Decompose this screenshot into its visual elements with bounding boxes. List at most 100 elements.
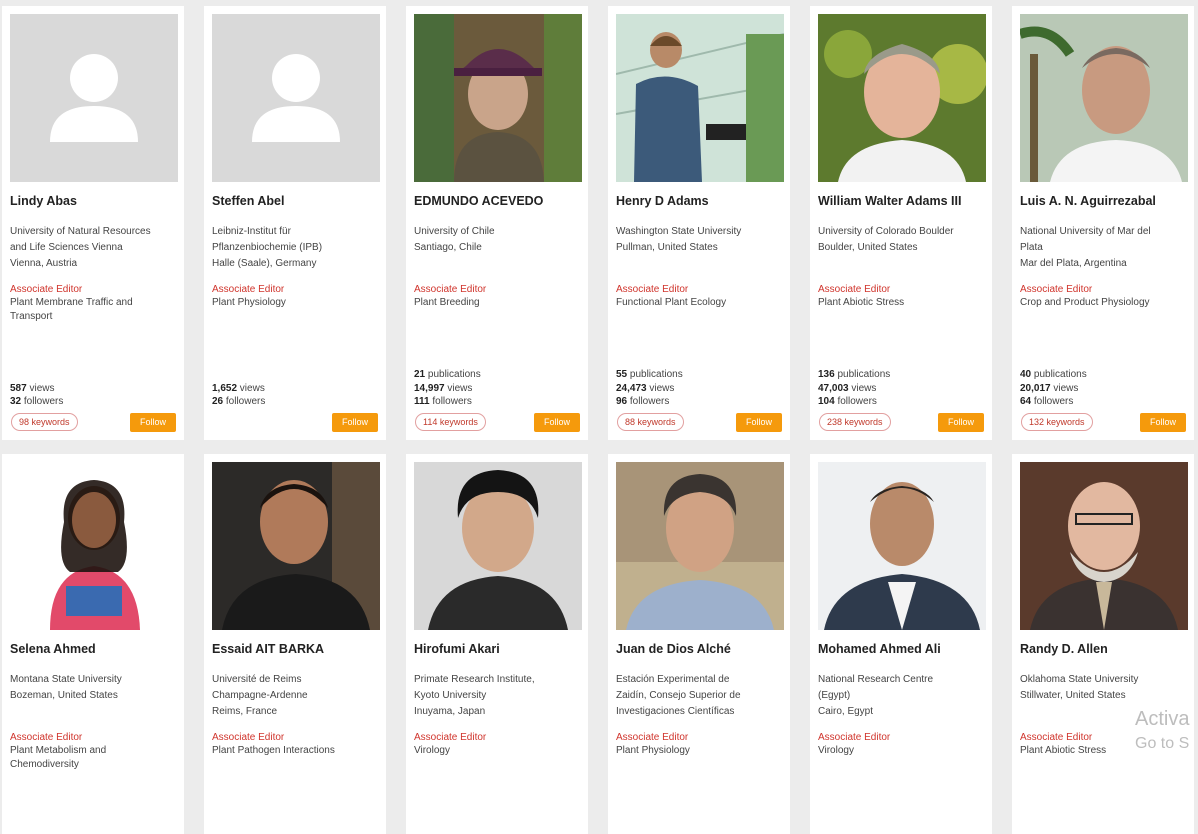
editor-name[interactable]: Essaid AIT BARKA [212, 642, 378, 656]
follow-button[interactable]: Follow [534, 413, 580, 432]
editor-grid: Lindy Abas University of Natural Resource… [0, 0, 1194, 834]
stat-views: 14,997 views [414, 382, 473, 394]
specialty-line: Plant Membrane Traffic and [10, 297, 133, 308]
avatar[interactable] [616, 462, 784, 630]
avatar[interactable] [818, 14, 986, 182]
watermark-line-1: Activa [1135, 708, 1190, 730]
affiliation-line: Stillwater, United States [1020, 690, 1126, 701]
specialty-line: Plant Physiology [212, 297, 286, 308]
avatar-placeholder-icon[interactable] [10, 14, 178, 182]
editor-card: Randy D. Allen Oklahoma State University S… [1012, 454, 1194, 834]
specialty-line: Plant Physiology [616, 745, 690, 756]
avatar[interactable] [1020, 14, 1188, 182]
specialty-line: Plant Breeding [414, 297, 480, 308]
editor-card: Luis A. N. Aguirrezabal National Universi… [1012, 6, 1194, 440]
avatar[interactable] [1020, 462, 1188, 630]
editor-affiliation: Washington State University Pullman, Unit… [616, 224, 782, 274]
keywords-button[interactable]: 114 keywords [415, 413, 486, 431]
editor-specialty-section[interactable]: Plant Pathogen Interactions [212, 744, 378, 758]
specialty-line: Virology [414, 745, 450, 756]
editor-role: Associate Editor [10, 284, 83, 295]
editor-stats: 21 publications 14,997 views 111 followers [414, 368, 481, 409]
stat-publications [212, 368, 265, 382]
editor-card: Henry D Adams Washington State University… [608, 6, 790, 440]
editor-card: Essaid AIT BARKA Université de Reims Champ… [204, 454, 386, 834]
editor-name[interactable]: Randy D. Allen [1020, 642, 1186, 656]
affiliation-line: Washington State University [616, 226, 742, 237]
affiliation-line: (Egypt) [818, 690, 851, 701]
specialty-line: Chemodiversity [10, 759, 79, 770]
avatar[interactable] [414, 462, 582, 630]
avatar[interactable] [212, 462, 380, 630]
affiliation-line: University of Colorado Boulder [818, 226, 954, 237]
editor-name[interactable]: Lindy Abas [10, 194, 176, 208]
editor-name[interactable]: Mohamed Ahmed Ali [818, 642, 984, 656]
editor-role: Associate Editor [212, 284, 285, 295]
editor-name[interactable]: Juan de Dios Alché [616, 642, 782, 656]
editor-specialty-section[interactable]: Crop and Product Physiology [1020, 296, 1186, 310]
editor-name[interactable]: Hirofumi Akari [414, 642, 580, 656]
keywords-button[interactable]: 132 keywords [1021, 413, 1093, 431]
editor-name[interactable]: Selena Ahmed [10, 642, 176, 656]
editor-specialty-section[interactable]: Plant Abiotic Stress [818, 296, 984, 310]
affiliation-line: Reims, France [212, 706, 278, 717]
editor-card: Mohamed Ahmed Ali National Research Centr… [810, 454, 992, 834]
stat-followers: 64 followers [1020, 396, 1074, 407]
follow-button[interactable]: Follow [130, 413, 176, 432]
follow-button[interactable]: Follow [332, 413, 378, 432]
stat-views: 20,017 views [1020, 382, 1079, 394]
editor-role: Associate Editor [10, 732, 83, 743]
avatar[interactable] [818, 462, 986, 630]
editor-role: Associate Editor [414, 732, 487, 743]
editor-affiliation: University of Natural Resources and Life … [10, 224, 176, 274]
keywords-button[interactable]: 98 keywords [11, 413, 78, 431]
editor-role: Associate Editor [414, 284, 487, 295]
editor-card: Hirofumi Akari Primate Research Institute… [406, 454, 588, 834]
stat-followers: 32 followers [10, 396, 64, 407]
editor-specialty-section[interactable]: Plant Membrane Traffic and Transport [10, 296, 176, 324]
editor-specialty-section[interactable]: Virology [414, 744, 580, 758]
affiliation-line: National Research Centre [818, 674, 934, 685]
affiliation-line: Oklahoma State University [1020, 674, 1139, 685]
editor-name[interactable]: Luis A. N. Aguirrezabal [1020, 194, 1186, 208]
affiliation-line: Boulder, United States [818, 242, 918, 253]
editor-name[interactable]: William Walter Adams III [818, 194, 984, 208]
avatar[interactable] [10, 462, 178, 630]
editor-specialty-section[interactable]: Plant Metabolism and Chemodiversity [10, 744, 176, 772]
avatar[interactable] [616, 14, 784, 182]
editor-affiliation: Leibniz-Institut für Pflanzenbiochemie (I… [212, 224, 378, 274]
avatar[interactable] [414, 14, 582, 182]
affiliation-line: Estación Experimental de [616, 674, 730, 685]
editor-specialty-section[interactable]: Plant Breeding [414, 296, 580, 310]
editor-name[interactable]: EDMUNDO ACEVEDO [414, 194, 580, 208]
editor-affiliation: National Research Centre (Egypt) Cairo, Eg… [818, 672, 984, 722]
affiliation-line: and Life Sciences Vienna [10, 242, 123, 253]
editor-affiliation: Montana State University Bozeman, United … [10, 672, 176, 722]
affiliation-line: Mar del Plata, Argentina [1020, 258, 1127, 269]
stat-views: 47,003 views [818, 382, 877, 394]
affiliation-line: Pullman, United States [616, 242, 718, 253]
keywords-button[interactable]: 238 keywords [819, 413, 891, 431]
follow-button[interactable]: Follow [1140, 413, 1186, 432]
follow-button[interactable]: Follow [736, 413, 782, 432]
specialty-line: Virology [818, 745, 854, 756]
follow-button[interactable]: Follow [938, 413, 984, 432]
editor-specialty-section[interactable]: Plant Physiology [616, 744, 782, 758]
stat-views: 587 views [10, 382, 55, 394]
editor-specialty-section[interactable]: Functional Plant Ecology [616, 296, 782, 310]
affiliation-line: Plata [1020, 242, 1043, 253]
keywords-button[interactable]: 88 keywords [617, 413, 684, 431]
editor-card: Juan de Dios Alché Estación Experimental … [608, 454, 790, 834]
editor-specialty-section[interactable]: Virology [818, 744, 984, 758]
affiliation-line: Santiago, Chile [414, 242, 482, 253]
editor-name[interactable]: Henry D Adams [616, 194, 782, 208]
editor-affiliation: University of Colorado Boulder Boulder, U… [818, 224, 984, 274]
affiliation-line: Kyoto University [414, 690, 487, 701]
stat-followers: 111 followers [414, 396, 472, 407]
editor-specialty-section[interactable]: Plant Physiology [212, 296, 378, 310]
editor-name[interactable]: Steffen Abel [212, 194, 378, 208]
avatar-placeholder-icon[interactable] [212, 14, 380, 182]
editor-role: Associate Editor [818, 732, 891, 743]
editor-card: William Walter Adams III University of Co… [810, 6, 992, 440]
affiliation-line: Inuyama, Japan [414, 706, 486, 717]
